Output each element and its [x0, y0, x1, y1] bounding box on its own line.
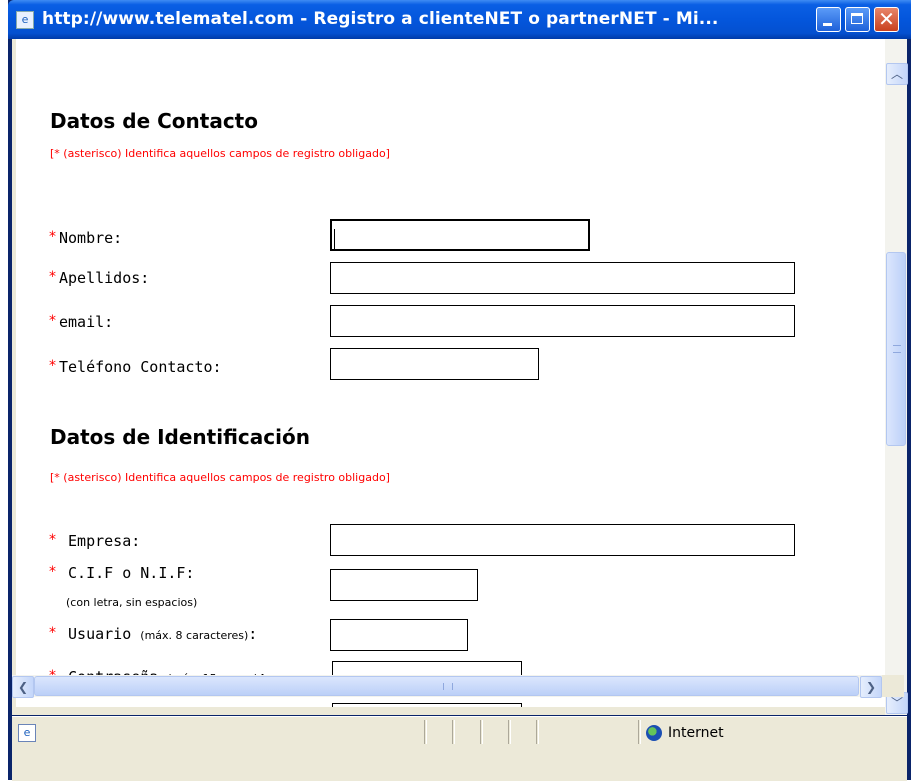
apellidos-label-text: Apellidos:: [59, 269, 150, 287]
status-bar: e Internet: [12, 716, 907, 781]
horizontal-scroll-thumb[interactable]: [34, 676, 859, 696]
contact-heading: Datos de Contacto: [50, 109, 258, 133]
usuario-input[interactable]: [330, 619, 468, 651]
minimize-button[interactable]: [816, 7, 841, 32]
ie-page-icon: e: [18, 724, 36, 742]
usuario-label-text: Usuario: [68, 625, 132, 643]
required-asterisk: *: [49, 313, 56, 329]
usuario-colon: :: [248, 625, 258, 643]
identification-heading: Datos de Identificación: [50, 425, 310, 449]
scroll-right-button[interactable]: ❯: [860, 676, 882, 698]
chevron-down-icon: ﹀: [890, 696, 903, 710]
scroll-up-button[interactable]: ︿: [886, 63, 908, 85]
required-asterisk: *: [49, 229, 56, 245]
client-area: Datos de Contacto [* (asterisco) Identif…: [12, 39, 908, 715]
usuario-label: * Usuario (máx. 8 caracteres):: [49, 625, 257, 643]
scroll-corner: [882, 675, 904, 697]
nombre-label: * Nombre:: [49, 229, 122, 247]
required-asterisk: *: [49, 269, 56, 285]
required-asterisk: *: [49, 358, 56, 374]
nombre-label-text: Nombre:: [59, 229, 123, 247]
browser-popup-window: e http://www.telematel.com - Registro a …: [8, 0, 911, 781]
close-icon: ✕: [878, 7, 895, 31]
status-divider: [424, 720, 427, 744]
telefono-label-text: Teléfono Contacto:: [59, 358, 222, 376]
status-divider: [508, 720, 511, 744]
ie-page-icon: e: [16, 11, 34, 29]
title-bar[interactable]: e http://www.telematel.com - Registro a …: [8, 0, 911, 39]
required-asterisk: *: [49, 564, 56, 580]
close-button[interactable]: ✕: [874, 7, 899, 32]
chevron-up-icon: ︿: [890, 67, 903, 81]
grip-icon: [443, 683, 453, 690]
email-input[interactable]: [330, 305, 795, 337]
scroll-left-button[interactable]: ❮: [12, 676, 34, 698]
apellidos-label: * Apellidos:: [49, 269, 149, 287]
vertical-scroll-thumb[interactable]: [886, 252, 906, 446]
vertical-scrollbar[interactable]: ︿ ﹀: [885, 39, 908, 715]
apellidos-input[interactable]: [330, 262, 795, 294]
required-asterisk: *: [49, 625, 56, 641]
telefono-label: * Teléfono Contacto:: [49, 358, 222, 376]
identification-required-note: [* (asterisco) Identifica aquellos campo…: [50, 471, 390, 484]
status-divider: [480, 720, 483, 744]
telefono-input[interactable]: [330, 348, 539, 380]
chevron-right-icon: ❯: [865, 680, 877, 694]
security-zone-label: Internet: [668, 725, 724, 741]
nombre-input[interactable]: [330, 219, 590, 251]
minimize-icon: [823, 23, 832, 26]
empresa-label-text: Empresa:: [68, 532, 141, 550]
usuario-hint: (máx. 8 caracteres): [140, 629, 249, 642]
cif-input[interactable]: [330, 569, 478, 601]
empresa-input[interactable]: [330, 524, 795, 556]
text-caret: [334, 229, 335, 249]
grip-icon: [893, 345, 901, 353]
maximize-icon: [851, 13, 863, 24]
cif-label-text: C.I.F o N.I.F:: [68, 564, 195, 582]
chevron-left-icon: ❮: [17, 680, 29, 694]
cif-label: * C.I.F o N.I.F:: [49, 564, 194, 582]
contact-required-note: [* (asterisco) Identifica aquellos campo…: [50, 147, 390, 160]
page-content: Datos de Contacto [* (asterisco) Identif…: [16, 39, 885, 707]
confirm-contrasena-input[interactable]: [332, 703, 522, 707]
maximize-button[interactable]: [845, 7, 870, 32]
required-asterisk: *: [49, 532, 56, 548]
horizontal-scrollbar[interactable]: ❮ ❯: [12, 675, 882, 698]
window-title: http://www.telematel.com - Registro a cl…: [42, 9, 719, 29]
status-divider: [452, 720, 455, 744]
status-divider: [536, 720, 539, 744]
status-divider: [638, 720, 641, 744]
empresa-label: * Empresa:: [49, 532, 140, 550]
email-label-text: email:: [59, 313, 114, 331]
cif-hint: (con letra, sin espacios): [66, 596, 198, 609]
internet-globe-icon: [646, 725, 662, 741]
email-label: * email:: [49, 313, 113, 331]
